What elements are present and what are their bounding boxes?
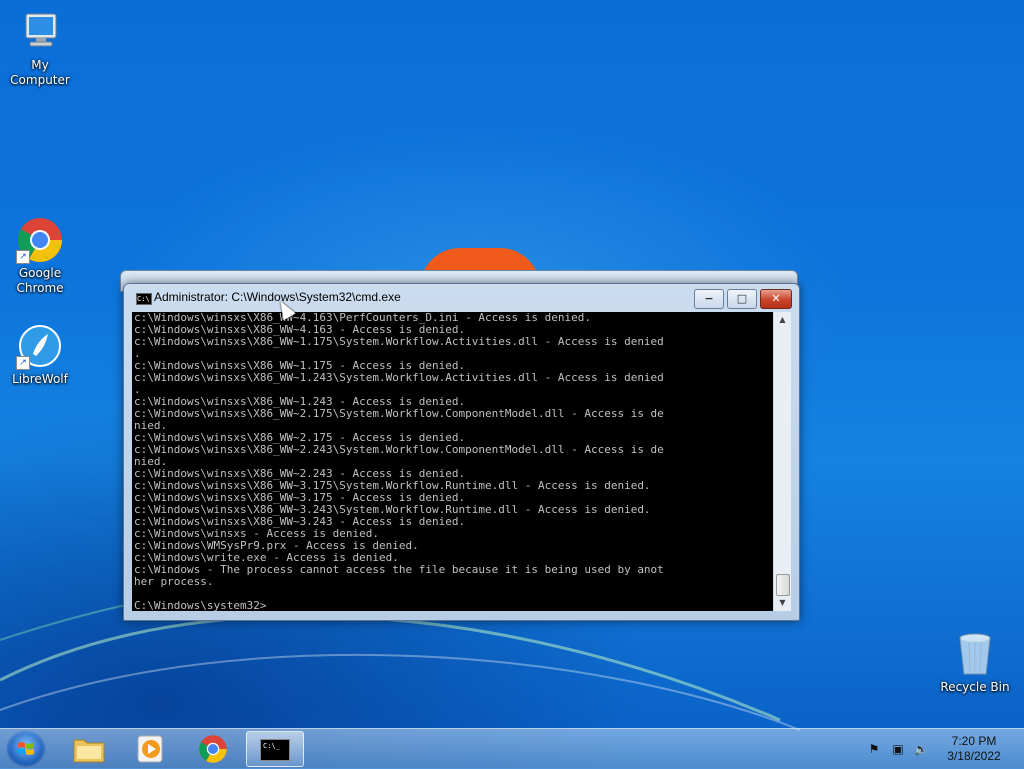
close-icon: ✕ xyxy=(771,292,781,305)
computer-icon xyxy=(16,8,64,56)
taskbar-media-player-button[interactable] xyxy=(122,731,180,767)
media-player-icon xyxy=(137,735,163,763)
scroll-up-arrow-icon[interactable]: ▲ xyxy=(774,312,791,328)
windows-logo-icon xyxy=(18,742,34,755)
taskbar-chrome-button[interactable] xyxy=(184,731,242,767)
cmd-window[interactable]: C:\ Administrator: C:\Windows\System32\c… xyxy=(123,283,800,621)
desktop-icon-label: Google Chrome xyxy=(16,266,64,295)
desktop-icon-label: LibreWolf xyxy=(12,372,68,386)
taskbar-clock[interactable]: 7:20 PM 3/18/2022 xyxy=(944,734,1004,764)
shortcut-arrow-icon: ↗ xyxy=(16,250,30,264)
vertical-scrollbar[interactable]: ▲ ▼ xyxy=(773,312,791,611)
action-center-flag-icon[interactable]: ⚑ xyxy=(866,741,882,757)
taskbar: C:\_ ⚑ ▣ 🔈 7:20 PM 3/18/2022 xyxy=(0,728,1024,769)
taskbar-cmd-button[interactable]: C:\_ xyxy=(246,731,304,767)
taskbar-explorer-button[interactable] xyxy=(60,731,118,767)
volume-icon[interactable]: 🔈 xyxy=(913,741,929,757)
console-output[interactable]: c:\Windows\winsxs\X86_WW~4.163\PerfCount… xyxy=(132,312,773,611)
chrome-icon: ↗ xyxy=(16,216,64,264)
desktop-icon-librewolf[interactable]: ↗ LibreWolf xyxy=(0,322,80,387)
maximize-icon: □ xyxy=(736,292,748,305)
clock-date: 3/18/2022 xyxy=(947,749,1001,763)
minimize-button[interactable]: − xyxy=(694,289,724,309)
recycle-bin-icon xyxy=(951,630,999,678)
desktop-icon-label: My Computer xyxy=(10,58,70,87)
desktop-icon-recycle-bin[interactable]: Recycle Bin xyxy=(935,630,1015,695)
folder-icon xyxy=(73,739,105,763)
desktop-icon-google-chrome[interactable]: ↗ Google Chrome xyxy=(0,216,80,296)
clock-time: 7:20 PM xyxy=(951,734,997,748)
start-button[interactable] xyxy=(6,730,46,768)
minimize-icon: − xyxy=(704,292,714,305)
cmd-icon: C:\ xyxy=(136,293,152,305)
console-text: c:\Windows\winsxs\X86_WW~4.163\PerfCount… xyxy=(134,312,664,611)
cmd-icon: C:\_ xyxy=(260,739,290,761)
chrome-icon xyxy=(199,735,227,763)
svg-text:C:\_: C:\_ xyxy=(263,742,281,750)
close-button[interactable]: ✕ xyxy=(760,289,792,309)
desktop-icon-my-computer[interactable]: My Computer xyxy=(0,8,80,88)
scrollbar-thumb[interactable] xyxy=(776,574,790,596)
librewolf-icon: ↗ xyxy=(16,322,64,370)
scroll-down-arrow-icon[interactable]: ▼ xyxy=(774,595,791,611)
shortcut-arrow-icon: ↗ xyxy=(16,356,30,370)
maximize-button[interactable]: □ xyxy=(727,289,757,309)
network-icon[interactable]: ▣ xyxy=(890,741,906,757)
window-titlebar[interactable]: C:\ Administrator: C:\Windows\System32\c… xyxy=(124,284,799,312)
desktop-icon-label: Recycle Bin xyxy=(940,680,1010,694)
